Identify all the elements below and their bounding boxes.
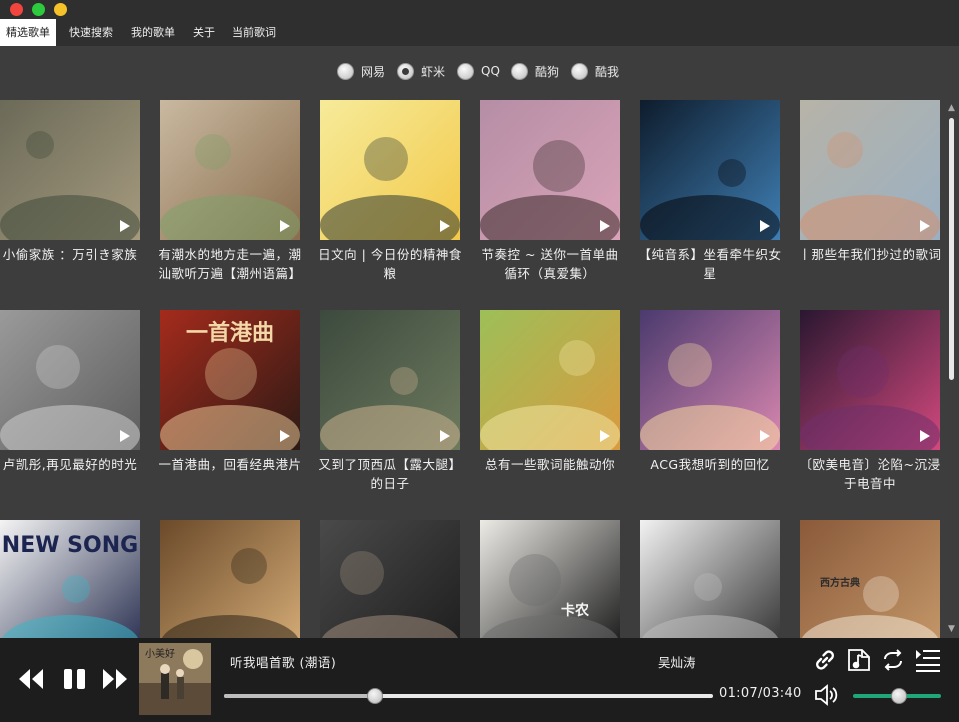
- playlist-cover[interactable]: [160, 100, 300, 240]
- title-bar: [0, 0, 959, 19]
- source-label: 虾米: [421, 64, 446, 79]
- playlist-title[interactable]: 总有一些歌词能触动你: [476, 455, 624, 474]
- progress-knob[interactable]: [366, 688, 383, 704]
- playlist-cover[interactable]: [320, 520, 460, 638]
- play-icon[interactable]: [120, 430, 130, 442]
- album-art-lettering: 小美好: [145, 647, 175, 660]
- source-label: 酷狗: [535, 64, 560, 79]
- playlist-cover[interactable]: [320, 310, 460, 450]
- cover-lettering: 一首港曲: [186, 320, 274, 346]
- playlist-cover[interactable]: [0, 100, 140, 240]
- play-icon[interactable]: [440, 430, 450, 442]
- source-label: 网易: [361, 64, 386, 79]
- time-readout: 01:07/03:40: [719, 686, 802, 701]
- playlist-title[interactable]: 又到了顶西瓜【露大腿】的日子: [316, 455, 464, 493]
- minimize-window-button[interactable]: [54, 3, 67, 16]
- source-radio-qq[interactable]: QQ: [457, 60, 500, 82]
- playlist-cover[interactable]: 一首港曲: [160, 310, 300, 450]
- playlist-title[interactable]: 一首港曲，回看经典港片: [156, 455, 304, 474]
- playlist-cover[interactable]: [480, 310, 620, 450]
- repeat-icon[interactable]: [880, 647, 906, 673]
- next-icon[interactable]: [102, 667, 128, 691]
- scroll-down-icon[interactable]: ▼: [947, 625, 956, 634]
- radio-circle[interactable]: [511, 62, 528, 80]
- tab-about[interactable]: 关于: [187, 19, 221, 46]
- tab-my-playlists[interactable]: 我的歌单: [125, 19, 181, 46]
- play-icon[interactable]: [600, 430, 610, 442]
- playlist-cover[interactable]: [800, 100, 940, 240]
- tab-current-lyrics[interactable]: 当前歌词: [226, 19, 282, 46]
- scroll-thumb[interactable]: [949, 118, 954, 380]
- link-icon[interactable]: [812, 647, 838, 673]
- playlist-cover[interactable]: [160, 520, 300, 638]
- volume-knob[interactable]: [890, 688, 907, 704]
- cover-lettering: NEW SONG: [2, 533, 138, 558]
- playlist-title[interactable]: 小偷家族 ：万引き家族: [0, 245, 144, 264]
- source-label: QQ: [481, 64, 500, 78]
- grid-scrollbar[interactable]: ▲ ▼: [944, 100, 959, 638]
- source-radio-netease[interactable]: 网易: [337, 60, 385, 82]
- cover-lettering: 西方古典: [820, 576, 860, 589]
- radio-circle[interactable]: [397, 62, 414, 80]
- volume-icon[interactable]: [814, 683, 840, 707]
- playlist-cover[interactable]: [800, 310, 940, 450]
- maximize-window-button[interactable]: [32, 3, 45, 16]
- play-icon[interactable]: [920, 430, 930, 442]
- volume-slider[interactable]: [853, 688, 941, 704]
- pause-icon[interactable]: [62, 667, 88, 691]
- play-icon[interactable]: [280, 220, 290, 232]
- prev-icon[interactable]: [18, 667, 44, 691]
- playlist-title[interactable]: 丨那些年我们抄过的歌词: [796, 245, 944, 264]
- play-icon[interactable]: [280, 430, 290, 442]
- player-bar: 小美好 听我唱首歌 (潮语) 吴灿涛 01:07/03:40: [0, 638, 959, 722]
- radio-circle[interactable]: [457, 62, 474, 80]
- playlist-cover[interactable]: [640, 100, 780, 240]
- progress-fill: [224, 694, 375, 698]
- album-art[interactable]: 小美好: [139, 643, 211, 715]
- playlist-grid: 小偷家族 ：万引き家族 有潮水的地方走一遍，潮汕歌听万遍【潮州语篇】 日文向 | 今…: [0, 100, 944, 638]
- radio-circle[interactable]: [571, 62, 588, 80]
- playlist-title[interactable]: 〔欧美电音〕沦陷~沉浸于电音中: [796, 455, 944, 493]
- playlist-cover[interactable]: [640, 520, 780, 638]
- playlist-title[interactable]: 日文向 | 今日份的精神食粮: [316, 245, 464, 283]
- play-icon[interactable]: [760, 430, 770, 442]
- music-app-window: 精选歌单 快速搜索 我的歌单 关于 当前歌词 网易 虾米 QQ 酷狗 酷我 小偷…: [0, 0, 959, 722]
- source-radio-kugou[interactable]: 酷狗: [511, 60, 559, 82]
- source-selector: 网易 虾米 QQ 酷狗 酷我: [0, 60, 959, 82]
- track-artist: 吴灿涛: [658, 655, 696, 670]
- playlist-cover[interactable]: NEW SONG: [0, 520, 140, 638]
- playlist-cover[interactable]: [0, 310, 140, 450]
- playlist-icon[interactable]: [914, 647, 942, 673]
- source-label: 酷我: [595, 64, 620, 79]
- source-radio-kuwo[interactable]: 酷我: [571, 60, 619, 82]
- play-icon[interactable]: [120, 220, 130, 232]
- tab-featured-playlists[interactable]: 精选歌单: [0, 19, 56, 46]
- play-icon[interactable]: [760, 220, 770, 232]
- track-title: 听我唱首歌 (潮语): [230, 655, 337, 670]
- playlist-title[interactable]: 节奏控 ~ 送你一首单曲循环（真爱集）: [476, 245, 624, 283]
- playlist-title[interactable]: 【纯音系】坐看牵牛织女星: [636, 245, 784, 283]
- source-radio-xiami[interactable]: 虾米: [397, 60, 445, 82]
- menu-bar: 精选歌单 快速搜索 我的歌单 关于 当前歌词: [0, 19, 959, 46]
- progress-slider[interactable]: [224, 688, 713, 704]
- playlist-title[interactable]: 有潮水的地方走一遍，潮汕歌听万遍【潮州语篇】: [156, 245, 304, 283]
- playlist-cover[interactable]: [320, 100, 460, 240]
- play-icon[interactable]: [920, 220, 930, 232]
- playlist-cover[interactable]: [640, 310, 780, 450]
- playlist-cover[interactable]: 卡农: [480, 520, 620, 638]
- playlist-title[interactable]: 卢凯彤,再见最好的时光: [0, 455, 144, 474]
- radio-circle[interactable]: [337, 62, 354, 80]
- music-note-icon[interactable]: [846, 647, 872, 673]
- playlist-cover[interactable]: [480, 100, 620, 240]
- tab-quick-search[interactable]: 快速搜索: [63, 19, 119, 46]
- scroll-up-icon[interactable]: ▲: [947, 104, 956, 113]
- close-window-button[interactable]: [10, 3, 23, 16]
- cover-lettering: 卡农: [561, 602, 590, 619]
- playlist-cover[interactable]: 西方古典: [800, 520, 940, 638]
- playlist-title[interactable]: ACG我想听到的回忆: [636, 455, 784, 474]
- play-icon[interactable]: [440, 220, 450, 232]
- play-icon[interactable]: [600, 220, 610, 232]
